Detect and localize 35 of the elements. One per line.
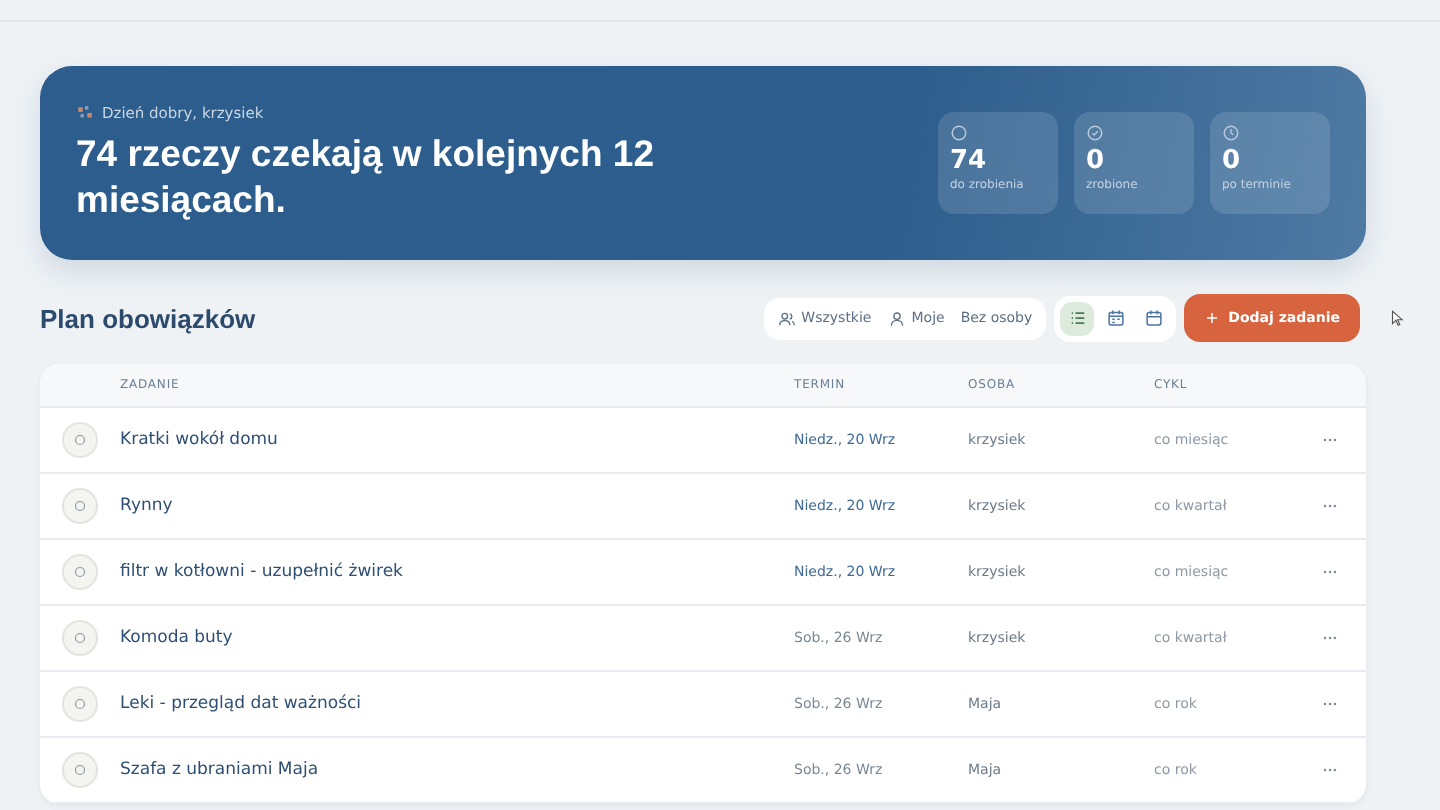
list-icon bbox=[1067, 308, 1088, 328]
headline: 74 rzeczy czekają w kolejnych 12 miesiącach. bbox=[76, 130, 656, 222]
task-checkbox[interactable] bbox=[62, 488, 98, 524]
stat-value: 0 bbox=[1086, 146, 1107, 178]
task-checkbox[interactable] bbox=[62, 554, 98, 590]
task-checkbox[interactable] bbox=[62, 686, 98, 722]
cursor-icon bbox=[1388, 308, 1406, 328]
circle-icon bbox=[74, 632, 86, 644]
plus-icon bbox=[1204, 310, 1221, 326]
section-title: Plan obowiązków bbox=[40, 303, 256, 333]
view-button[interactable] bbox=[1060, 301, 1095, 335]
circle-icon bbox=[74, 698, 86, 710]
task-name: Kratki wokół domu bbox=[120, 430, 280, 450]
sparkle-icon bbox=[76, 104, 94, 122]
task-checkbox[interactable] bbox=[62, 422, 98, 458]
people-icon bbox=[777, 309, 796, 327]
task-name: filtr w kotłowni - uzupełnić żwirek bbox=[120, 562, 405, 582]
task-name: Szafa z ubraniami Maja bbox=[120, 760, 321, 780]
stat-value: 0 bbox=[1222, 146, 1241, 178]
task-name: Rynny bbox=[120, 496, 175, 516]
circle-icon bbox=[950, 124, 968, 142]
task-checkbox[interactable] bbox=[62, 620, 98, 656]
task-name: Komoda buty bbox=[120, 628, 235, 648]
check-circle-icon bbox=[1086, 124, 1104, 142]
task-checkbox[interactable] bbox=[62, 752, 98, 788]
calendar-icon bbox=[1143, 308, 1164, 328]
circle-icon bbox=[74, 764, 86, 776]
stat-value: 74 bbox=[950, 146, 989, 178]
circle-icon bbox=[74, 434, 86, 446]
calendar-icon bbox=[1105, 308, 1126, 328]
circle-icon bbox=[74, 566, 86, 578]
clock-icon bbox=[1222, 124, 1240, 142]
circle-icon bbox=[74, 500, 86, 512]
task-name: Leki - przegląd dat ważności bbox=[120, 694, 364, 714]
person-icon bbox=[887, 309, 906, 327]
